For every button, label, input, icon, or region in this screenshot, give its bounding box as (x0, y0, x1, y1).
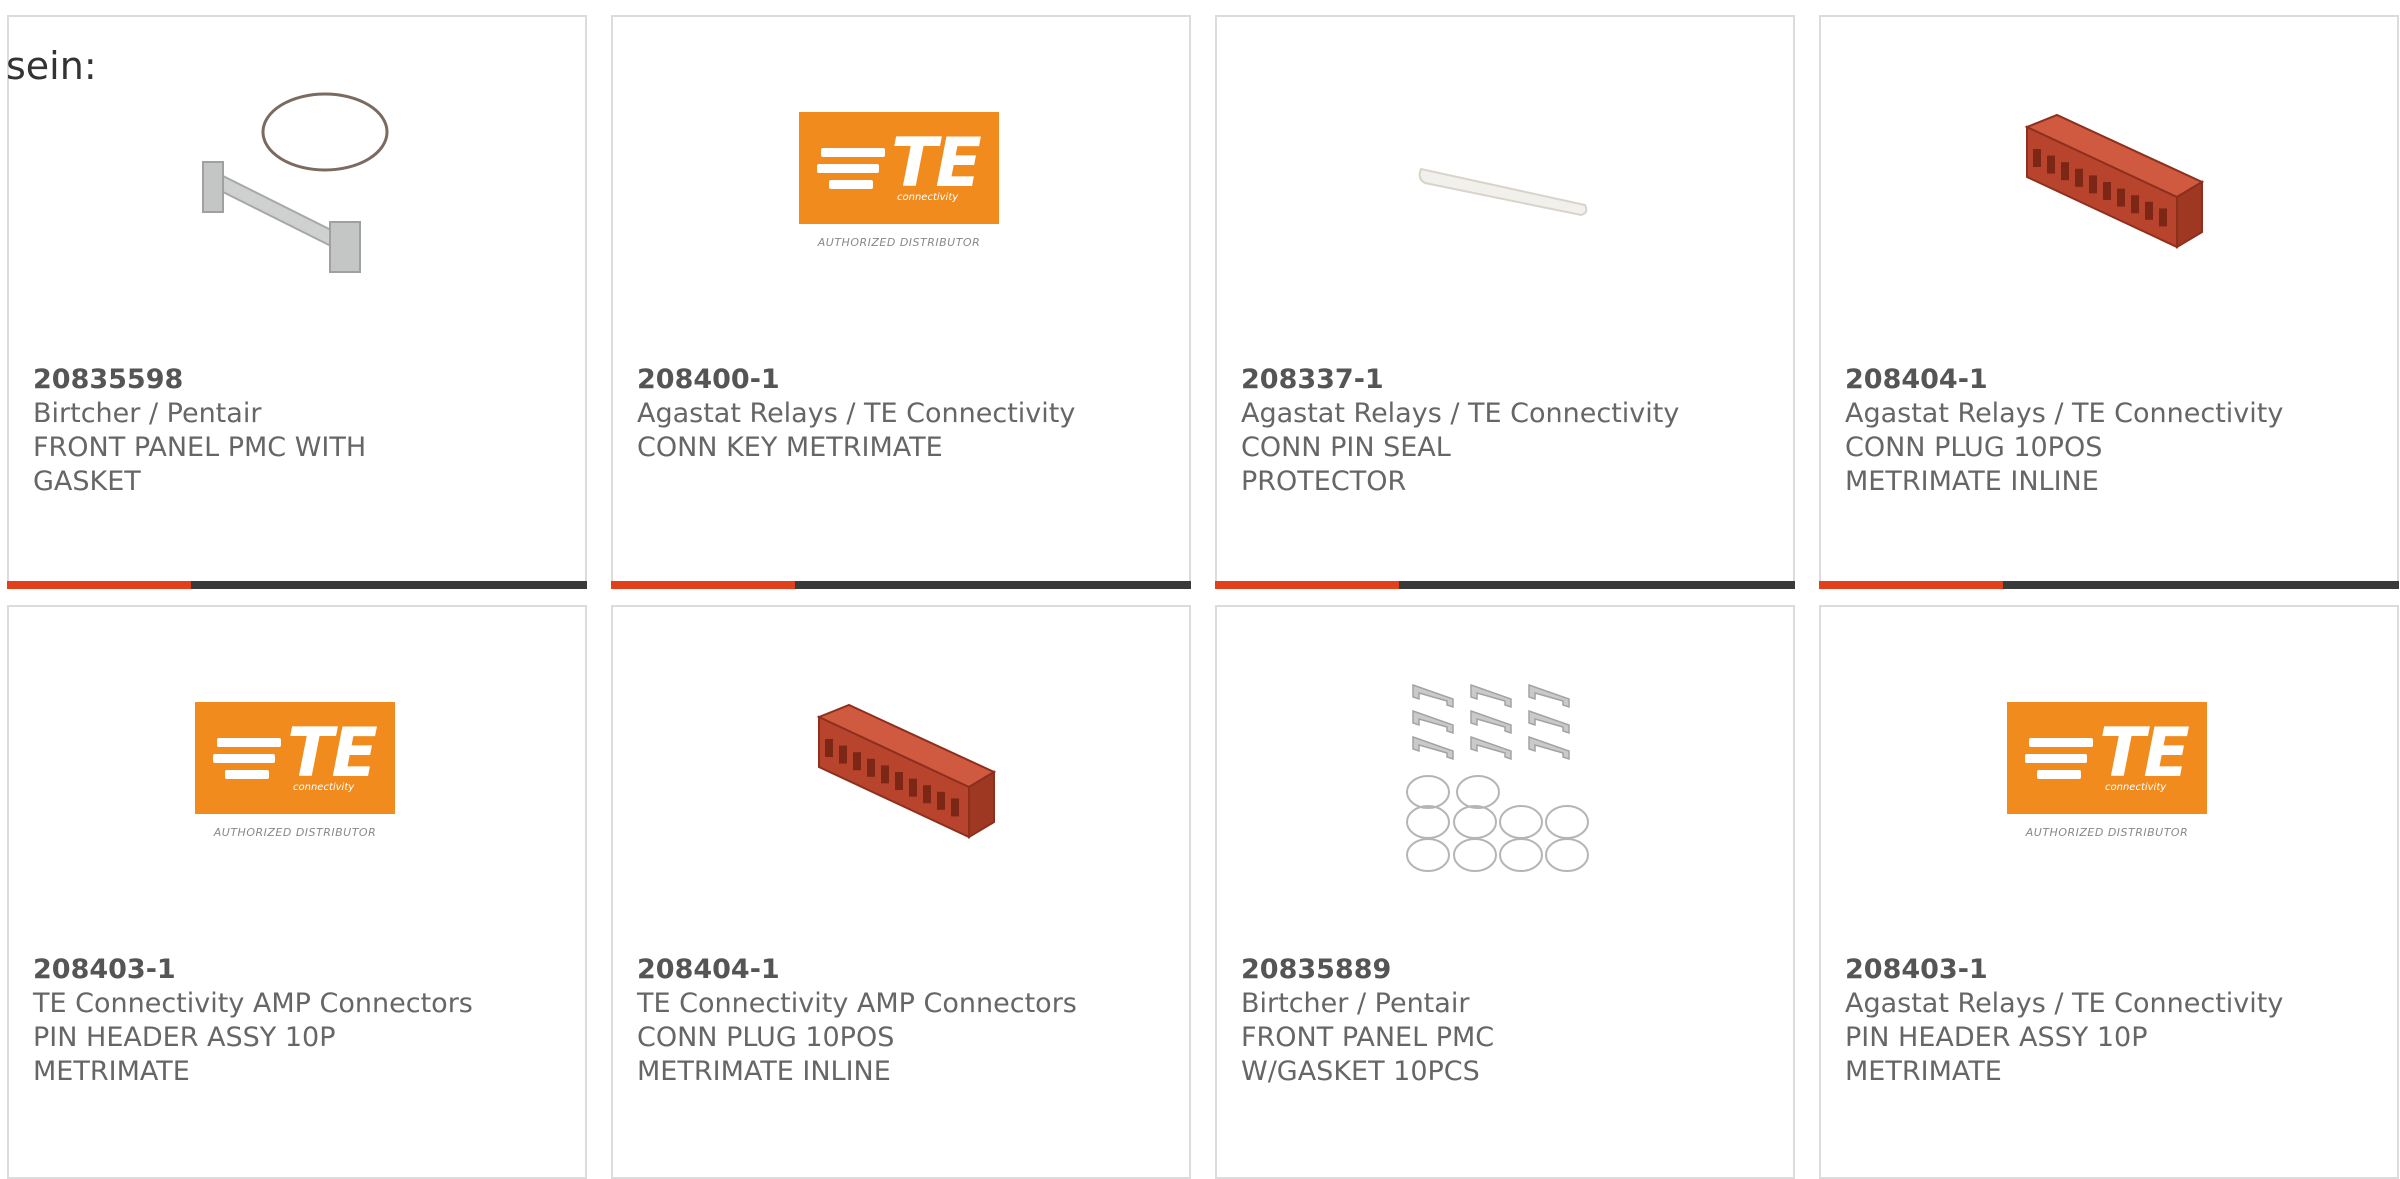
product-info: 208404-1 TE Connectivity AMP Connectors CO… (637, 953, 1165, 1089)
part-number-link[interactable]: 208403-1 (33, 953, 561, 987)
product-info: 208403-1 TE Connectivity AMP Connectors PI… (33, 953, 561, 1089)
part-number-link[interactable]: 208404-1 (1845, 363, 2373, 397)
card-progress-accent (7, 581, 191, 589)
authorized-distributor-label: AUTHORIZED DISTRIBUTOR (817, 236, 981, 249)
product-description: CONN PLUG 10POS METRIMATE INLINE (1845, 432, 2103, 497)
product-description: CONN PLUG 10POS METRIMATE INLINE (637, 1022, 895, 1087)
authorized-distributor-label: AUTHORIZED DISTRIBUTOR (2025, 826, 2189, 839)
te-logo-subtitle: connectivity (2105, 782, 2167, 793)
intro-text: sein: (6, 44, 97, 88)
product-card[interactable]: 208404-1 Agastat Relays / TE Connectivity… (1819, 15, 2399, 589)
te-logo-subtitle: connectivity (897, 192, 959, 203)
product-card[interactable]: TE connectivity AUTHORIZED DISTRIBUTOR 2084… (1819, 605, 2399, 1179)
card-progress-bar (1215, 581, 1795, 589)
product-description: FRONT PANEL PMC WITH GASKET (33, 432, 367, 497)
manufacturer-label: Agastat Relays / TE Connectivity (637, 398, 1076, 429)
part-number-link[interactable]: 208400-1 (637, 363, 1165, 397)
part-number-link[interactable]: 208337-1 (1241, 363, 1769, 397)
product-info: 20835598 Birtcher / Pentair FRONT PANEL PM… (33, 363, 561, 499)
product-description: CONN KEY METRIMATE (637, 432, 943, 463)
product-card[interactable]: 20835889 Birtcher / Pentair FRONT PANEL PM… (1215, 605, 1795, 1179)
manufacturer-label: Birtcher / Pentair (1241, 988, 1470, 1019)
part-number-link[interactable]: 208404-1 (637, 953, 1165, 987)
red-connector-plug-image[interactable] (799, 677, 999, 877)
product-info: 208404-1 Agastat Relays / TE Connectivity… (1845, 363, 2373, 499)
card-progress-bar (7, 581, 587, 589)
part-number-link[interactable]: 208403-1 (1845, 953, 2373, 987)
te-authorized-distributor-logo[interactable]: TE connectivity AUTHORIZED DISTRIBUTOR (195, 677, 395, 877)
pin-seal-protector-image[interactable] (1403, 87, 1603, 287)
product-card[interactable]: 208337-1 Agastat Relays / TE Connectivity… (1215, 15, 1795, 589)
manufacturer-label: Agastat Relays / TE Connectivity (1241, 398, 1680, 429)
manufacturer-label: Agastat Relays / TE Connectivity (1845, 398, 2284, 429)
te-logo-subtitle: connectivity (293, 782, 355, 793)
authorized-distributor-label: AUTHORIZED DISTRIBUTOR (213, 826, 377, 839)
card-progress-bar (611, 581, 1191, 589)
part-number-link[interactable]: 20835598 (33, 363, 561, 397)
product-description: CONN PIN SEAL PROTECTOR (1241, 432, 1451, 497)
product-description: FRONT PANEL PMC W/GASKET 10PCS (1241, 1022, 1495, 1087)
product-card[interactable]: TE connectivity AUTHORIZED DISTRIBUTOR 2084… (611, 15, 1191, 589)
product-card[interactable]: TE connectivity AUTHORIZED DISTRIBUTOR 2084… (7, 605, 587, 1179)
product-info: 208403-1 Agastat Relays / TE Connectivity… (1845, 953, 2373, 1089)
product-description: PIN HEADER ASSY 10P METRIMATE (33, 1022, 336, 1087)
te-authorized-distributor-logo[interactable]: TE connectivity AUTHORIZED DISTRIBUTOR (2007, 677, 2207, 877)
manufacturer-label: Birtcher / Pentair (33, 398, 262, 429)
front-panel-gasket-image[interactable] (195, 87, 395, 287)
card-progress-accent (1215, 581, 1399, 589)
part-number-link[interactable]: 20835889 (1241, 953, 1769, 987)
product-card[interactable]: 20835598 Birtcher / Pentair FRONT PANEL PM… (7, 15, 587, 589)
product-info: 20835889 Birtcher / Pentair FRONT PANEL PM… (1241, 953, 1769, 1089)
product-info: 208400-1 Agastat Relays / TE Connectivity… (637, 363, 1165, 465)
red-connector-plug-image[interactable] (2007, 87, 2207, 287)
manufacturer-label: TE Connectivity AMP Connectors (637, 988, 1077, 1019)
manufacturer-label: Agastat Relays / TE Connectivity (1845, 988, 2284, 1019)
card-progress-bar (1819, 581, 2399, 589)
te-authorized-distributor-logo[interactable]: TE connectivity AUTHORIZED DISTRIBUTOR (799, 87, 999, 287)
card-progress-accent (1819, 581, 2003, 589)
manufacturer-label: TE Connectivity AMP Connectors (33, 988, 473, 1019)
card-progress-accent (611, 581, 795, 589)
product-card[interactable]: 208404-1 TE Connectivity AMP Connectors CO… (611, 605, 1191, 1179)
product-description: PIN HEADER ASSY 10P METRIMATE (1845, 1022, 2148, 1087)
front-panel-gasket-10pcs-image[interactable] (1403, 677, 1603, 877)
product-info: 208337-1 Agastat Relays / TE Connectivity… (1241, 363, 1769, 499)
